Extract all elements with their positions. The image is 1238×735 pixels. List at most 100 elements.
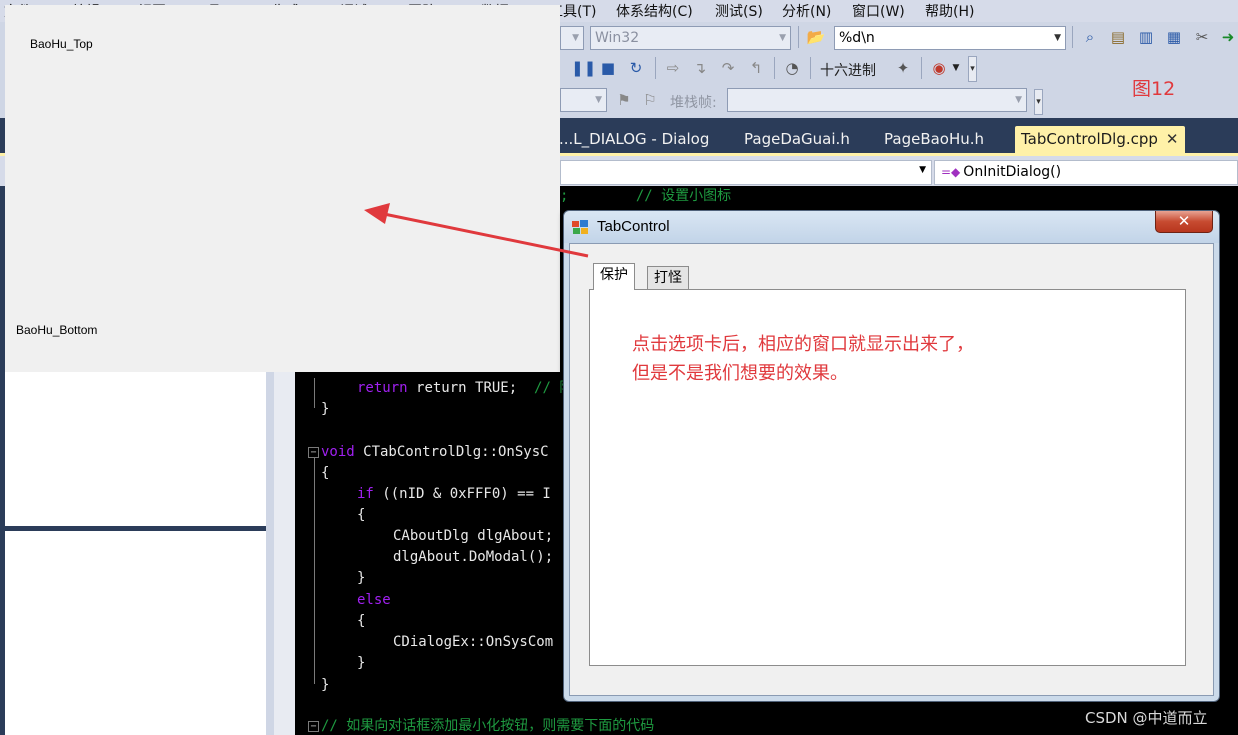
- toolbox-icon[interactable]: ▦: [1164, 27, 1184, 47]
- stop-icon[interactable]: ■: [598, 58, 618, 78]
- code-comment-top: ; // 设置小图标: [560, 188, 732, 204]
- stack-frame-combo[interactable]: ▼: [727, 88, 1027, 112]
- find-in-files-icon[interactable]: 📂: [806, 27, 826, 47]
- code-text: return TRUE;: [416, 380, 535, 396]
- code-brace: {: [321, 465, 330, 481]
- tab-dialog-resource[interactable]: ...L_DIALOG - Dialog: [555, 126, 713, 153]
- toolbar-separator: [1072, 26, 1073, 48]
- code-line-about1: CAboutDlg dlgAbout;: [393, 528, 554, 544]
- code-brace: }: [321, 677, 330, 693]
- baohu-bottom-label: BaoHu_Bottom: [16, 323, 98, 337]
- toolbar-overflow-grip[interactable]: ▾: [968, 56, 977, 82]
- baohu-page-window: BaoHu_Top BaoHu_Bottom: [5, 5, 560, 372]
- editor-margin: [274, 372, 295, 735]
- chevron-down-icon: ▼: [1054, 33, 1061, 43]
- tab-page-area: 点击选项卡后，相应的窗口就显示出来了， 但是不是我们想要的效果。: [589, 289, 1186, 666]
- flag-all-threads-icon[interactable]: ⚐: [640, 90, 660, 110]
- function-combo[interactable]: =◆ OnInitDialog(): [934, 160, 1238, 185]
- toolbar-separator: [774, 57, 775, 79]
- menu-test[interactable]: 测试(S): [715, 1, 763, 21]
- tab-protect-label: 保护: [600, 267, 628, 283]
- dialog-title: TabControl: [597, 218, 670, 235]
- code-comment-bottom: // 如果向对话框添加最小化按钮，则需要下面的代码: [321, 718, 655, 734]
- tab-protect[interactable]: 保护: [593, 263, 635, 290]
- tab-fight[interactable]: 打怪: [647, 266, 689, 290]
- menu-window[interactable]: 窗口(W): [852, 1, 905, 21]
- platform-value: Win32: [595, 30, 640, 46]
- code-line-about2: dlgAbout.DoModal();: [393, 549, 554, 565]
- figure-label: 图12: [1132, 78, 1176, 100]
- collapse-icon[interactable]: −: [308, 447, 319, 458]
- dialog-client-area: 保护 打怪 点击选项卡后，相应的窗口就显示出来了， 但是不是我们想要的效果。: [569, 243, 1214, 696]
- breakpoints-window-icon[interactable]: ◔: [782, 58, 802, 78]
- properties-icon[interactable]: ▥: [1136, 27, 1156, 47]
- collapse-icon[interactable]: −: [308, 721, 319, 732]
- find-icon[interactable]: ⌕: [1080, 27, 1100, 47]
- code-line-if: if ((nID & 0xFFF0) == I: [357, 484, 551, 505]
- type-scope-combo[interactable]: ▼: [560, 160, 932, 185]
- solution-explorer-icon[interactable]: ▤: [1108, 27, 1128, 47]
- tabcontrol-dialog: TabControl ✕ 保护 打怪 点击选项卡后，相应的窗口就显示出来了， 但…: [563, 210, 1220, 702]
- config-combo[interactable]: ▼: [560, 26, 584, 50]
- menu-architecture[interactable]: 体系结构(C): [616, 1, 693, 21]
- function-value: OnInitDialog(): [963, 164, 1062, 180]
- annotation-note: 点击选项卡后，相应的窗口就显示出来了， 但是不是我们想要的效果。: [632, 330, 974, 388]
- tab-pagebaohu-h[interactable]: PageBaoHu.h: [880, 126, 988, 153]
- code-line-else: else: [357, 592, 391, 608]
- code-brace: {: [357, 613, 366, 629]
- close-icon[interactable]: ✕: [1166, 130, 1179, 148]
- start-page-icon[interactable]: ➜: [1218, 27, 1238, 47]
- menu-analyze[interactable]: 分析(N): [782, 1, 831, 21]
- watermark: CSDN @中道而立: [1085, 709, 1208, 727]
- hex-display-toggle[interactable]: 十六进制: [820, 60, 876, 80]
- outline-guide: [314, 458, 315, 684]
- baohu-top-label: BaoHu_Top: [30, 37, 93, 51]
- panel-splitter[interactable]: [266, 372, 274, 735]
- toolbar-separator: [921, 57, 922, 79]
- show-next-statement-icon[interactable]: ⇨: [663, 58, 683, 78]
- left-panel-lower: [5, 531, 266, 735]
- code-text: CTabControlDlg::OnSysC: [354, 444, 549, 460]
- menu-help[interactable]: 帮助(H): [925, 1, 974, 21]
- keyword: if: [357, 486, 374, 502]
- chevron-down-icon[interactable]: ▼: [950, 58, 962, 78]
- dialog-close-button[interactable]: ✕: [1155, 211, 1213, 233]
- step-into-icon[interactable]: ↴: [690, 58, 710, 78]
- find-combo[interactable]: %d\n ▼: [834, 26, 1066, 50]
- code-line-dialogex: CDialogEx::OnSysCom: [393, 634, 554, 650]
- toolbar-separator: [798, 26, 799, 48]
- tab-pagedaguai-h[interactable]: PageDaGuai.h: [740, 126, 854, 153]
- platform-combo[interactable]: Win32 ▼: [590, 26, 791, 50]
- tools-icon[interactable]: ✂: [1192, 27, 1212, 47]
- chevron-down-icon: ▼: [779, 33, 786, 43]
- keyword: return: [357, 380, 408, 396]
- close-icon: ✕: [1177, 212, 1191, 230]
- toolbar-separator: [810, 57, 811, 79]
- breakpoint-dropdown-icon[interactable]: ◉: [929, 58, 949, 78]
- step-over-icon[interactable]: ↷: [718, 58, 738, 78]
- restart-icon[interactable]: ↻: [626, 58, 646, 78]
- keyword: void: [321, 444, 355, 460]
- chevron-down-icon: ▼: [595, 95, 602, 105]
- step-out-icon[interactable]: ↰: [746, 58, 766, 78]
- toolbar-separator: [655, 57, 656, 79]
- code-brace: }: [357, 570, 366, 586]
- dialog-titlebar[interactable]: TabControl ✕: [564, 211, 1219, 243]
- thread-combo[interactable]: ▼: [560, 88, 607, 112]
- left-panel-upper: [5, 372, 266, 526]
- flag-thread-icon[interactable]: ⚑: [614, 90, 634, 110]
- toolbar-overflow-grip[interactable]: ▾: [1034, 89, 1043, 115]
- chevron-down-icon: ▼: [919, 165, 926, 175]
- tab-fight-label: 打怪: [654, 270, 682, 286]
- stack-frame-label: 堆栈帧:: [670, 95, 717, 111]
- code-brace: }: [357, 655, 366, 671]
- code-brace: {: [357, 507, 366, 523]
- diagnostics-icon[interactable]: ✦: [893, 58, 913, 78]
- pause-icon[interactable]: ❚❚: [571, 58, 596, 78]
- code-text: ((nID & 0xFFF0) == I: [373, 486, 551, 502]
- tab-label: TabControlDlg.cpp: [1021, 130, 1158, 148]
- find-value: %d\n: [839, 30, 875, 46]
- tab-tabcontroldlg-cpp[interactable]: TabControlDlg.cpp ✕: [1015, 126, 1185, 153]
- outline-guide: [314, 378, 315, 408]
- method-icon: =◆: [941, 165, 961, 179]
